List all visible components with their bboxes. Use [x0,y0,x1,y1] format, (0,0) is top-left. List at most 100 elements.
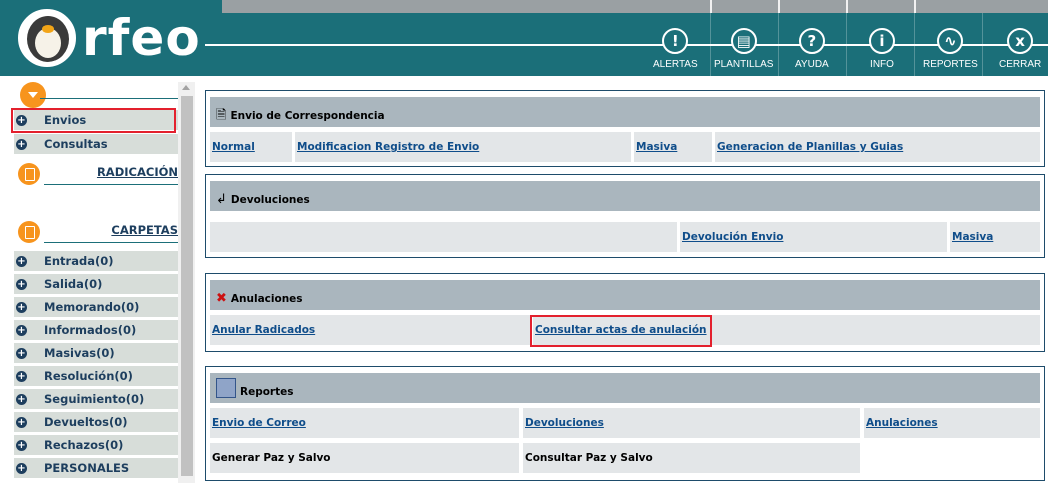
sidebar-item-label: Informados(0) [44,323,137,337]
plus-icon: + [16,462,27,474]
link-normal[interactable]: Normal [212,141,255,153]
link-devolucion-envio[interactable]: Devolución Envio [682,231,783,243]
cell-empty [210,222,677,252]
plus-icon: + [16,301,27,313]
info-label: INFO [870,59,894,70]
penguin-logo-icon [18,9,76,67]
folder-icon [18,221,40,243]
panel-header: 🗎 Envio de Correspondencia [210,97,1040,127]
panel-devoluciones: ↲ Devoluciones Devolución Envio Masiva [205,174,1045,258]
cell: Masiva [634,132,712,162]
sidebar-item-consultas[interactable]: + Consultas [14,134,178,154]
sidebar-item-label: Rechazos(0) [44,438,124,452]
sidebar-item-label: Masivas(0) [44,346,115,360]
sidebar-item-informados[interactable]: + Informados(0) [14,320,178,340]
cell: Modificacion Registro de Envio [295,132,631,162]
link-masiva[interactable]: Masiva [636,141,677,153]
link-envio-correo[interactable]: Envio de Correo [212,417,306,429]
plus-icon: + [16,439,27,451]
sidebar-item-resolucion[interactable]: + Resolución(0) [14,366,178,386]
document-icon [18,163,40,185]
alerts-button[interactable]: ! ALERTAS [653,28,698,74]
link-anular-radicados[interactable]: Anular Radicados [212,324,315,336]
cell: Devoluciones [523,408,860,438]
highlight-consultar-actas [530,315,712,347]
panel-header: ↲ Devoluciones [210,181,1040,211]
help-label: AYUDA [795,59,829,70]
reports-label: REPORTES [923,59,978,70]
sidebar-item-label: PERSONALES [44,461,130,475]
cell: Anulaciones [864,408,1040,438]
alert-icon: ! [662,28,689,54]
sidebar-item-entrada[interactable]: + Entrada(0) [14,251,178,271]
logo-wordmark: rfeo [82,9,201,67]
panel-envio-correspondencia: 🗎 Envio de Correspondencia Normal Modifi… [205,90,1045,167]
sidebar-divider [40,98,178,99]
help-button[interactable]: ? AYUDA [795,28,829,74]
selected-highlight-envios [11,108,176,133]
action-generar-paz-salvo[interactable]: Generar Paz y Salvo [212,452,331,464]
sidebar-item-memorando[interactable]: + Memorando(0) [14,297,178,317]
plus-icon: + [16,416,27,428]
sidebar-item-label: Salida(0) [44,277,103,291]
templates-label: PLANTILLAS [714,59,774,70]
close-label: CERRAR [999,59,1042,70]
panel-title: Anulaciones [230,293,303,305]
return-icon: ↲ [216,192,227,207]
carpetas-link[interactable]: CARPETAS [111,223,178,237]
sidebar-item-personales[interactable]: + PERSONALES [14,458,178,478]
plus-icon: + [16,255,27,267]
bar-chart-icon [216,378,236,398]
info-button[interactable]: i INFO [869,28,895,74]
chevron-down-icon [28,92,38,98]
carpetas-section: CARPETAS [18,221,178,243]
scroll-up-icon[interactable] [182,85,190,90]
sidebar-item-seguimiento[interactable]: + Seguimiento(0) [14,389,178,409]
sidebar-item-rechazos[interactable]: + Rechazos(0) [14,435,178,455]
reports-button[interactable]: ∿ REPORTES [923,28,978,74]
sidebar-item-label: Entrada(0) [44,254,114,268]
plus-icon: + [16,370,27,382]
app-header: rfeo ! ALERTAS ▤ PLANTILLAS ? AYUDA i IN… [0,0,1048,76]
cancel-tools-icon: ✖ [216,291,227,306]
panel-title: Envio de Correspondencia [230,110,385,122]
link-reportes-devoluciones[interactable]: Devoluciones [525,417,604,429]
link-devolucion-masiva[interactable]: Masiva [952,231,993,243]
cell: Consultar Paz y Salvo [523,443,860,473]
alerts-label: ALERTAS [653,59,698,70]
cell: Generacion de Planillas y Guias [715,132,1040,162]
cell: Envio de Correo [210,408,519,438]
close-button[interactable]: x CERRAR [999,28,1041,74]
header-top-bar [222,0,1048,13]
sidebar-item-label: Memorando(0) [44,300,140,314]
sidebar-item-masivas[interactable]: + Masivas(0) [14,343,178,363]
sidebar-scrollbar[interactable] [178,82,195,483]
plus-icon: + [16,324,27,336]
sidebar-item-label: Seguimiento(0) [44,392,145,406]
cell: Masiva [950,222,1040,252]
plus-icon: + [16,347,27,359]
sidebar-item-salida[interactable]: + Salida(0) [14,274,178,294]
header-divider [205,44,1048,46]
panel-reportes: Reportes Envio de Correo Devoluciones An… [205,366,1045,481]
templates-button[interactable]: ▤ PLANTILLAS [714,28,773,74]
sidebar-collapse-toggle[interactable] [20,82,46,108]
link-generacion-planillas[interactable]: Generacion de Planillas y Guias [717,141,903,153]
plus-icon: + [16,393,27,405]
radicacion-link[interactable]: RADICACIÓN [97,165,178,179]
cell: Normal [210,132,292,162]
cell: Anular Radicados [210,315,530,345]
sidebar-item-devueltos[interactable]: + Devueltos(0) [14,412,178,432]
scrollbar-thumb[interactable] [181,96,193,476]
plus-icon: + [16,278,27,290]
app-logo[interactable]: rfeo [18,4,201,72]
help-icon: ? [798,28,825,54]
radicacion-section: RADICACIÓN [18,163,178,185]
close-icon: x [1007,28,1034,54]
panel-header: ✖ Anulaciones [210,280,1040,310]
panel-title: Devoluciones [230,194,310,206]
mail-send-icon: 🗎 [216,108,227,123]
link-modificacion-registro[interactable]: Modificacion Registro de Envio [297,141,479,153]
link-reportes-anulaciones[interactable]: Anulaciones [866,417,938,429]
action-consultar-paz-salvo[interactable]: Consultar Paz y Salvo [525,452,653,464]
